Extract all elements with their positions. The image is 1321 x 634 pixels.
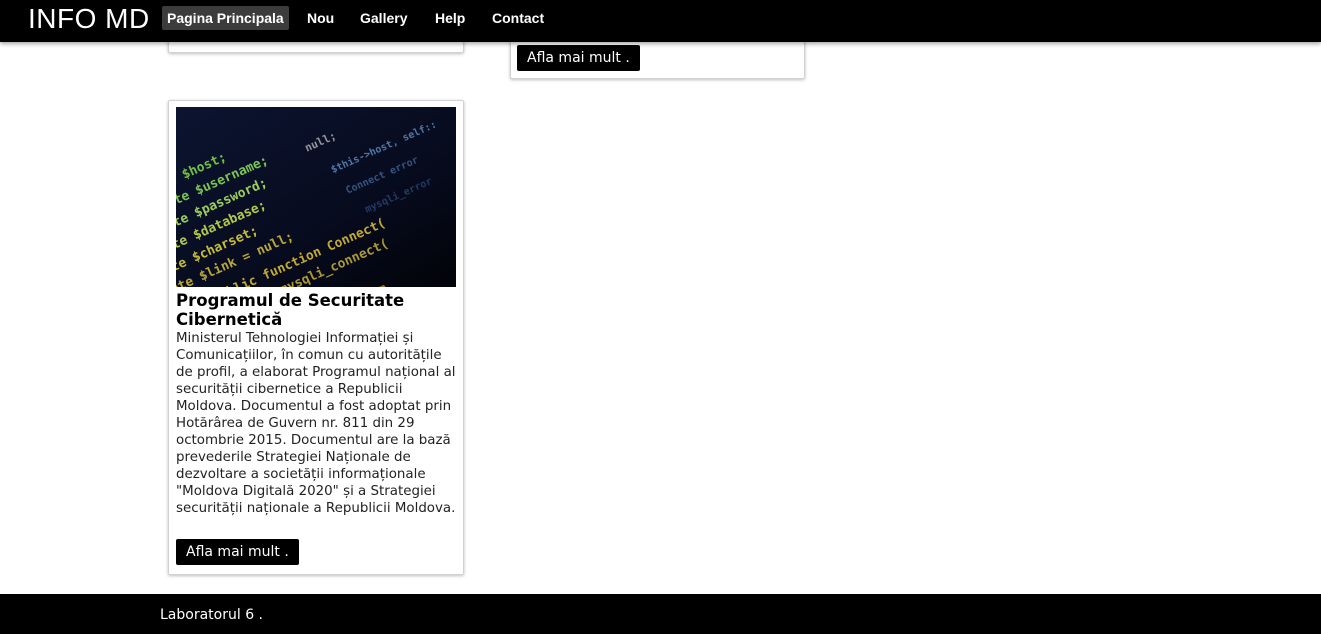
afla-mai-mult-button[interactable]: Afla mai mult .: [176, 539, 299, 565]
card-securitate-cibernetica: ivate $host; private $username; private …: [168, 100, 464, 575]
brand-logo[interactable]: INFO MD: [28, 3, 150, 35]
footer-text: Laboratorul 6 .: [160, 607, 263, 623]
nav-item-contact[interactable]: Contact: [487, 6, 549, 30]
nav-item-gallery[interactable]: Gallery: [355, 6, 412, 30]
nav-item-pagina-principala[interactable]: Pagina Principala: [162, 6, 289, 30]
nav-item-nou[interactable]: Nou: [302, 6, 339, 30]
nav-item-help[interactable]: Help: [430, 6, 470, 30]
card-title: Programul de Securitate Cibernetică: [176, 291, 405, 329]
footer: Laboratorul 6 .: [0, 594, 1321, 634]
card-description: Ministerul Tehnologiei Informației și Co…: [176, 331, 456, 516]
top-navbar: INFO MD Pagina Principala Nou Gallery He…: [0, 0, 1321, 42]
afla-mai-mult-button[interactable]: Afla mai mult .: [517, 45, 640, 71]
code-screen-image: ivate $host; private $username; private …: [176, 107, 456, 287]
